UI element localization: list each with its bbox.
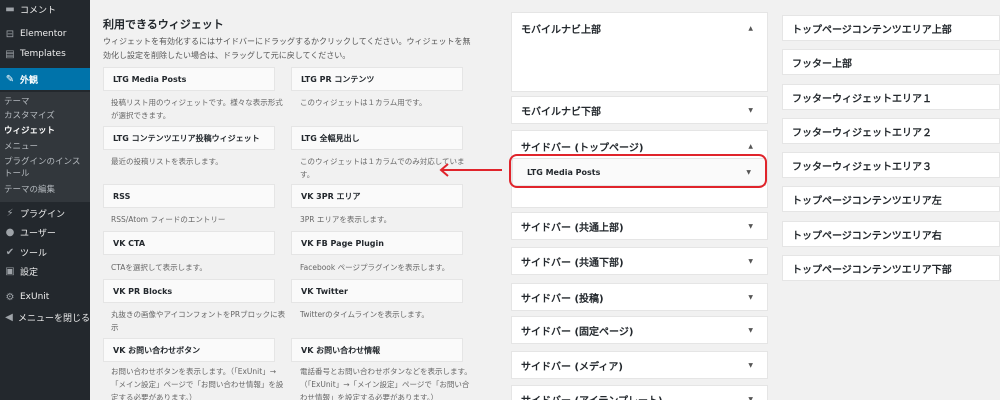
- collapse-menu-icon: ◀: [5, 311, 13, 323]
- expand-arrow-icon[interactable]: ▼: [748, 386, 753, 400]
- widget-area-title: モバイルナビ下部: [521, 106, 601, 118]
- widget-area-mobile-nav-top[interactable]: モバイルナビ上部 ▲: [511, 12, 768, 92]
- highlight-frame: [509, 154, 767, 188]
- widget-area-title: サイドバー (メディア): [521, 361, 623, 373]
- widget-area-top-content-left[interactable]: トップページコンテンツエリア左: [782, 186, 1000, 212]
- widget-description: CTAを選択して表示します。: [111, 263, 207, 272]
- exunit-icon: ⚙: [5, 291, 15, 303]
- widget-description: Facebook ページプラグインを表示します。: [300, 263, 450, 272]
- sidebar-item-label: Elementor: [20, 29, 67, 39]
- widget-ltg-pr-content[interactable]: LTG PR コンテンツ: [291, 67, 463, 91]
- collapse-menu-button[interactable]: ◀ メニューを閉じる: [0, 308, 90, 326]
- user-icon: ●: [5, 226, 15, 238]
- widget-ltg-media-posts[interactable]: LTG Media Posts: [103, 67, 275, 91]
- widget-vk-3pr-area[interactable]: VK 3PR エリア: [291, 184, 463, 208]
- widget-description: お問い合わせボタンを表示します。（「ExUnit」→「メイン設定」ページで「お問…: [111, 367, 284, 400]
- widget-description: 電話番号とお問い合わせボタンなどを表示します。（「ExUnit」→「メイン設定」…: [300, 367, 472, 400]
- widget-description: このウィジェットは１カラム用です。: [300, 98, 427, 107]
- sidebar-item-comments[interactable]: ▬ コメント: [0, 0, 90, 18]
- widget-area-title: サイドバー (共通上部): [521, 222, 624, 234]
- sidebar-item-label: メニューを閉じる: [17, 313, 90, 324]
- widget-description: 最近の投稿リストを表示します。: [111, 157, 223, 166]
- expand-arrow-icon[interactable]: ▼: [748, 97, 753, 123]
- sidebar-item-label: ExUnit: [20, 292, 50, 302]
- sidebar-item-users[interactable]: ● ユーザー: [0, 223, 90, 241]
- expand-arrow-icon[interactable]: ▼: [748, 317, 753, 343]
- widget-area-sidebar-common-top[interactable]: サイドバー (共通上部) ▼: [511, 212, 768, 240]
- expand-arrow-icon[interactable]: ▼: [748, 284, 753, 310]
- widget-area-top-content-right[interactable]: トップページコンテンツエリア右: [782, 221, 1000, 247]
- widget-vk-twitter[interactable]: VK Twitter: [291, 279, 463, 303]
- widget-area-title: サイドバー (投稿): [521, 293, 604, 305]
- sidebar-item-tools[interactable]: ✔ ツール: [0, 243, 90, 261]
- widget-description: 投稿リスト用のウィジェットです。様々な表示形式が選択できます。: [111, 98, 283, 120]
- widget-area-footer-widget-3[interactable]: フッターウィジェットエリア３: [782, 152, 1000, 178]
- sidebar-item-label: プラグイン: [20, 209, 66, 220]
- wrench-icon: ✔: [5, 246, 15, 258]
- widget-area-top-content-top[interactable]: トップページコンテンツエリア上部: [782, 15, 1000, 41]
- widget-area-footer-widget-2[interactable]: フッターウィジェットエリア２: [782, 118, 1000, 144]
- widget-vk-pr-blocks[interactable]: VK PR Blocks: [103, 279, 275, 303]
- settings-icon: ▣: [5, 265, 15, 277]
- widget-area-title: モバイルナビ上部: [521, 24, 601, 36]
- widget-rss[interactable]: RSS: [103, 184, 275, 208]
- submenu-themes[interactable]: テーマ: [4, 96, 88, 108]
- expand-arrow-icon[interactable]: ▼: [748, 248, 753, 274]
- folder-icon: ▤: [5, 48, 15, 60]
- widget-description: Twitterのタイムラインを表示します。: [300, 310, 429, 319]
- widget-vk-cta[interactable]: VK CTA: [103, 231, 275, 255]
- sidebar-item-elementor[interactable]: ⊟ Elementor: [0, 25, 90, 43]
- available-widgets-title: 利用できるウィジェット: [103, 18, 224, 31]
- widget-description: 丸抜きの画像やアイコンフォントをPRブロックに表示: [111, 310, 286, 332]
- widget-description: RSS/Atom フィードのエントリー: [111, 215, 226, 224]
- widget-area-sidebar-page[interactable]: サイドバー (固定ページ) ▼: [511, 316, 768, 344]
- available-widgets-description: ウィジェットを有効化するにはサイドバーにドラッグするかクリックしてください。ウィ…: [103, 37, 471, 60]
- widget-ltg-content-area-posts[interactable]: LTG コンテンツエリア投稿ウィジェット: [103, 126, 275, 150]
- widget-area-title: サイドバー (共通下部): [521, 257, 624, 269]
- sidebar-item-label: コメント: [20, 5, 57, 16]
- widget-ltg-full-width-heading[interactable]: LTG 全幅見出し: [291, 126, 463, 150]
- submenu-menus[interactable]: メニュー: [4, 141, 88, 153]
- appearance-submenu: テーマ カスタマイズ ウィジェット メニュー プラグインのインストール テーマの…: [0, 92, 90, 202]
- widget-area-mobile-nav-bottom[interactable]: モバイルナビ下部 ▼: [511, 96, 768, 124]
- widget-area-title: サイドバー (固定ページ): [521, 326, 634, 338]
- comment-icon: ▬: [5, 3, 15, 15]
- admin-sidebar: ▬ コメント ⊟ Elementor ▤ Templates ✎ 外観 テーマ …: [0, 0, 90, 400]
- sidebar-item-plugins[interactable]: ⚡ プラグイン: [0, 204, 90, 222]
- widget-area-title: サイドバー (アイテンプレート): [521, 386, 663, 400]
- sidebar-item-appearance[interactable]: ✎ 外観: [0, 68, 90, 90]
- widget-area-footer-widget-1[interactable]: フッターウィジェットエリア１: [782, 84, 1000, 110]
- sidebar-item-label: 外観: [20, 75, 39, 86]
- sidebar-item-label: ユーザー: [20, 228, 56, 239]
- sidebar-item-label: ツール: [20, 248, 48, 259]
- sidebar-item-exunit[interactable]: ⚙ ExUnit: [0, 288, 90, 306]
- widget-area-top-content-bottom[interactable]: トップページコンテンツエリア下部: [782, 255, 1000, 281]
- widget-area-sidebar-post[interactable]: サイドバー (投稿) ▼: [511, 283, 768, 311]
- appearance-brush-icon: ✎: [5, 73, 15, 85]
- submenu-plugin-install[interactable]: プラグインのインストール: [4, 156, 88, 180]
- sidebar-item-settings[interactable]: ▣ 設定: [0, 262, 90, 280]
- submenu-customize[interactable]: カスタマイズ: [4, 110, 88, 122]
- widget-description: 3PR エリアを表示します。: [300, 215, 392, 224]
- widget-area-sidebar-common-bottom[interactable]: サイドバー (共通下部) ▼: [511, 247, 768, 275]
- widget-area-sidebar-media[interactable]: サイドバー (メディア) ▼: [511, 351, 768, 379]
- elementor-icon: ⊟: [5, 28, 15, 40]
- widget-vk-contact-button[interactable]: VK お問い合わせボタン: [103, 338, 275, 362]
- widget-vk-fb-page-plugin[interactable]: VK FB Page Plugin: [291, 231, 463, 255]
- sidebar-item-label: 設定: [20, 267, 39, 278]
- submenu-theme-editor[interactable]: テーマの編集: [4, 184, 88, 196]
- sidebar-item-templates[interactable]: ▤ Templates: [0, 45, 90, 63]
- expand-arrow-icon[interactable]: ▼: [748, 213, 753, 239]
- plugin-icon: ⚡: [6, 207, 14, 219]
- widget-area-sidebar-item-template[interactable]: サイドバー (アイテンプレート) ▼: [511, 385, 768, 400]
- expand-arrow-icon[interactable]: ▼: [748, 352, 753, 378]
- submenu-widgets[interactable]: ウィジェット: [4, 125, 88, 137]
- drag-direction-arrow-icon: [439, 163, 502, 177]
- collapse-arrow-icon[interactable]: ▲: [748, 13, 753, 43]
- widget-area-footer-top[interactable]: フッター上部: [782, 49, 1000, 75]
- sidebar-item-label: Templates: [20, 49, 66, 59]
- widget-vk-contact-info[interactable]: VK お問い合わせ情報: [291, 338, 463, 362]
